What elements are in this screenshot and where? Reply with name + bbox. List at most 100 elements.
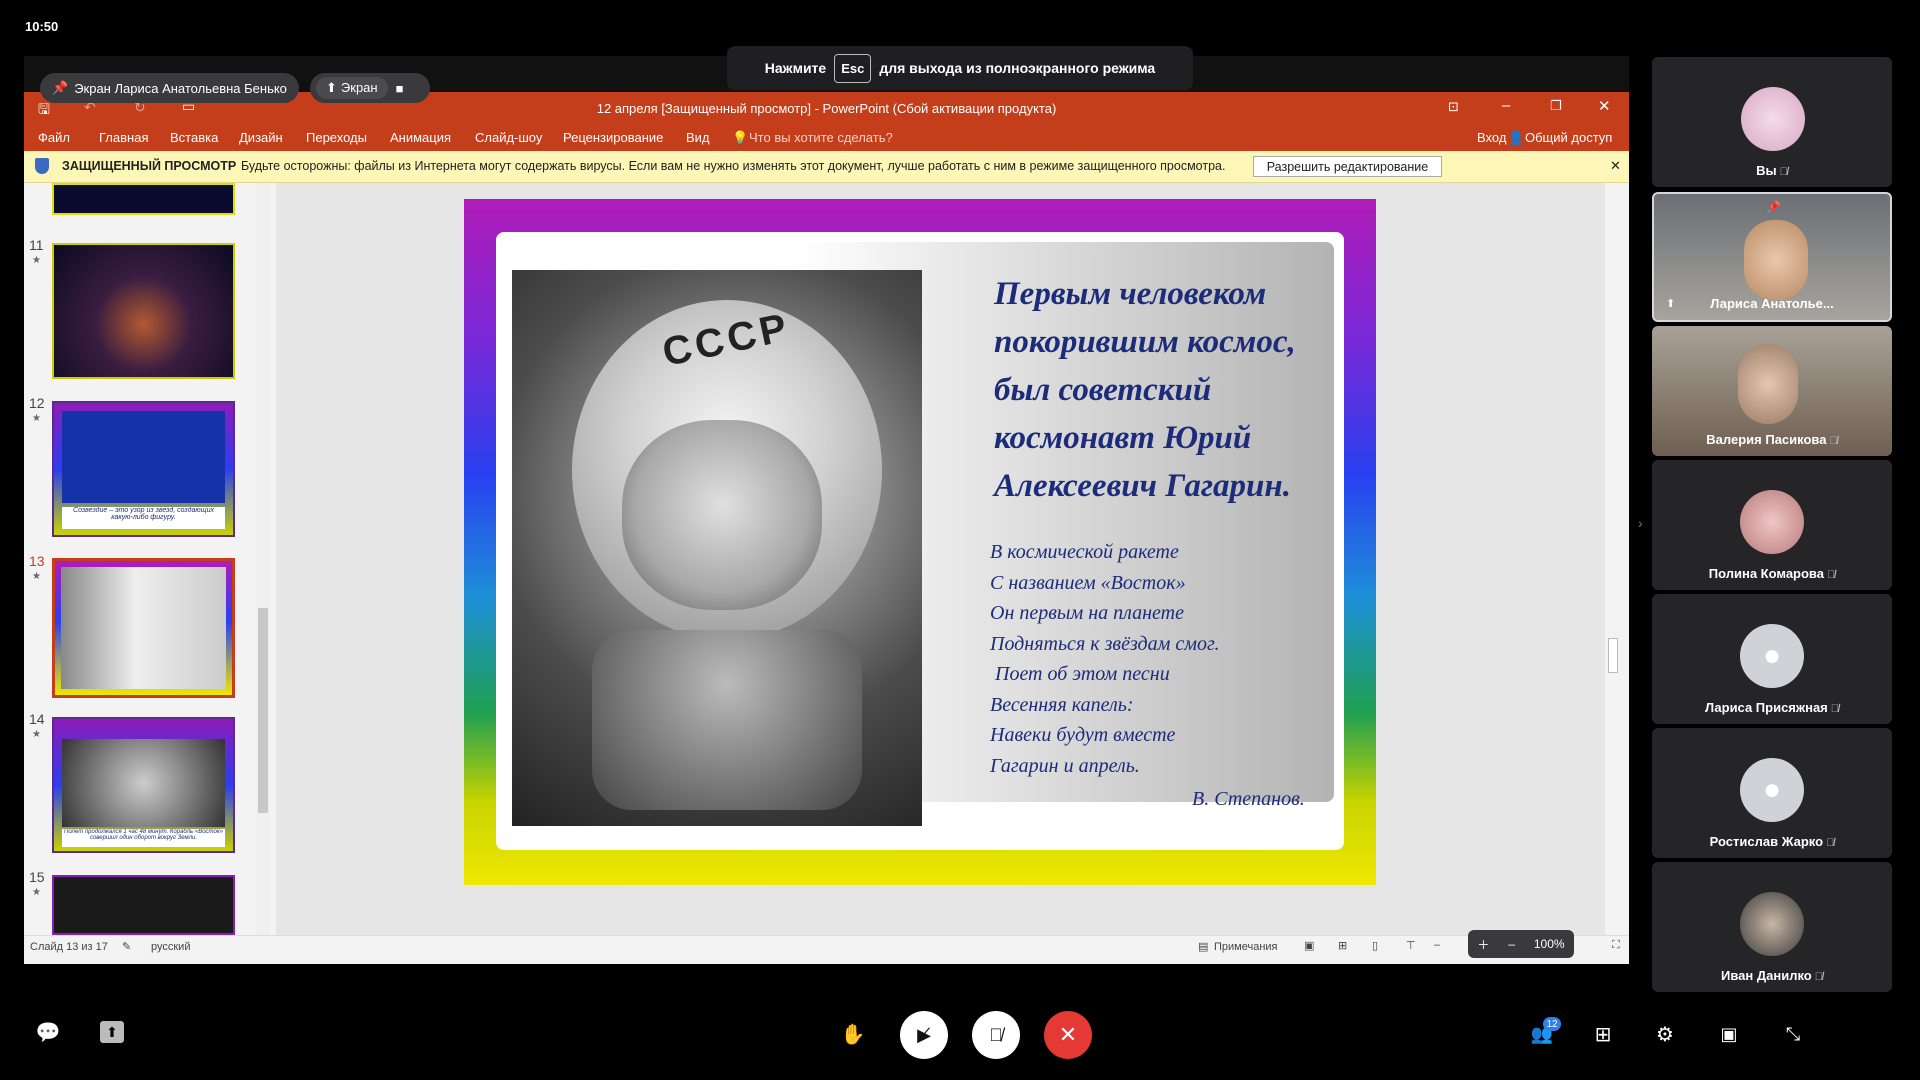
thumbnail-13-selected[interactable]	[52, 558, 235, 698]
screen-pill[interactable]: ⬆ Экран ■	[310, 73, 430, 103]
end-call-button[interactable]: ✕	[1044, 1011, 1092, 1059]
title-line: покорившим космос,	[994, 324, 1296, 360]
participant-tile[interactable]: ● Ростислав Жарко 🎙̸	[1652, 728, 1892, 858]
tell-me-input[interactable]: Что вы хотите сделать?	[749, 130, 893, 145]
tab-home[interactable]: Главная	[99, 130, 148, 145]
title-line: Алексеевич Гагарин.	[994, 468, 1291, 504]
slide-poem: В космической ракете С названием «Восток…	[990, 537, 1220, 781]
layout-icon[interactable]: ▣	[1716, 1022, 1742, 1046]
thumbnail-caption: Созвездие – это узор из звезд, создающих…	[62, 507, 225, 529]
pinned-screen-label: Экран Лариса Анатольевна Бенько	[74, 80, 287, 96]
tab-design[interactable]: Дизайн	[239, 130, 283, 145]
screen-tag-label: Экран	[340, 80, 378, 95]
thumbnail-15[interactable]	[52, 875, 235, 935]
participant-tile[interactable]: ● Лариса Присяжная 🎙̸	[1652, 594, 1892, 724]
tab-animation[interactable]: Анимация	[390, 130, 451, 145]
language[interactable]: русский	[151, 941, 190, 953]
thumbnail-pane: 11 ★ 12 ★ Созвездие – это узор из звезд,…	[24, 183, 274, 935]
share-screen-icon[interactable]: ⬆	[100, 1021, 124, 1043]
close-bar-icon[interactable]: ✕	[1610, 158, 1621, 174]
sorter-view-icon[interactable]: ⊞	[1338, 939, 1347, 952]
pin-icon[interactable]: 📌	[1766, 200, 1781, 214]
poem-line: Навеки будут вместе	[990, 724, 1176, 746]
tab-insert[interactable]: Вставка	[170, 130, 218, 145]
gagarin-photo: СССР	[512, 270, 922, 826]
thumbnail-caption: Полет продолжался 1 час 48 минут. Корабл…	[62, 829, 225, 847]
notes-icon[interactable]: ▤	[1198, 940, 1208, 953]
raise-hand-icon[interactable]: ✋	[838, 1022, 868, 1046]
zoom-in-icon[interactable]: ＋	[1477, 936, 1489, 953]
share-button[interactable]: Общий доступ	[1525, 130, 1612, 145]
thumbnail-number: 15	[29, 869, 45, 885]
save-icon[interactable]: 🖫	[38, 99, 50, 123]
zoom-out-small-icon[interactable]: –	[1508, 937, 1515, 951]
tab-view[interactable]: Вид	[686, 130, 710, 145]
ppt-title: 12 апреля [Защищенный просмотр] - PowerP…	[596, 100, 1057, 116]
participant-tile[interactable]: Иван Данилко 🎙̸	[1652, 862, 1892, 992]
avatar	[1741, 87, 1805, 151]
thumbnail-10[interactable]	[52, 183, 235, 215]
normal-view-icon[interactable]: ▣	[1304, 939, 1314, 952]
person-icon: 👤	[1508, 130, 1525, 145]
star-icon: ★	[32, 887, 41, 898]
slide-counter: Слайд 13 из 17	[30, 941, 108, 953]
enable-editing-button[interactable]: Разрешить редактирование	[1253, 156, 1442, 177]
camera-icon: ■	[395, 80, 404, 96]
participant-tile[interactable]: Полина Комарова 🎙̸	[1652, 460, 1892, 590]
settings-icon[interactable]: ⚙	[1652, 1022, 1678, 1046]
participant-name: Полина Комарова 🎙̸	[1708, 566, 1836, 581]
tab-file[interactable]: Файл	[38, 130, 70, 145]
fit-slide-icon[interactable]: ⛶	[1612, 939, 1620, 952]
avatar	[1740, 490, 1804, 554]
protected-view-bar: ЗАЩИЩЕННЫЙ ПРОСМОТР Будьте осторожны: фа…	[24, 151, 1629, 183]
pinned-screen-pill[interactable]: 📌 Экран Лариса Анатольевна Бенько	[40, 73, 299, 103]
participant-name: Валерия Пасикова 🎙̸	[1706, 432, 1838, 447]
participant-tile[interactable]: Валерия Пасикова 🎙̸	[1652, 326, 1892, 456]
tab-transitions[interactable]: Переходы	[306, 130, 367, 145]
grid-view-icon[interactable]: ⊞	[1590, 1022, 1616, 1046]
thumbnail-11[interactable]	[52, 243, 235, 379]
camera-off-button[interactable]: ▶̸	[900, 1011, 948, 1059]
clock: 10:50	[25, 19, 59, 34]
chat-icon[interactable]: 💬	[36, 1020, 61, 1044]
thumbnail-14[interactable]: Полет продолжался 1 час 48 минут. Корабл…	[52, 717, 235, 853]
title-line: космонавт Юрий	[994, 420, 1252, 456]
star-icon: ★	[32, 571, 41, 582]
thumbnail-number: 11	[29, 237, 44, 253]
slideshow-view-icon[interactable]: ⊤	[1406, 939, 1416, 952]
mic-off-button[interactable]: 🎙̸	[972, 1011, 1020, 1059]
collapse-panel-icon[interactable]: ›	[1638, 515, 1643, 531]
poem-line: С названием «Восток»	[990, 571, 1186, 594]
poem-line: Гагарин и апрель.	[990, 754, 1140, 777]
slide-scrollbar[interactable]	[1605, 183, 1621, 935]
close-icon[interactable]: ✕	[1598, 97, 1611, 115]
slide-13[interactable]: СССР Первым человеком покорившим космос,…	[464, 199, 1376, 885]
minimize-icon[interactable]: –	[1502, 97, 1510, 114]
participant-tile-pinned[interactable]: 📌 ⬆ Лариса Анатолье...	[1652, 192, 1892, 322]
participant-tile-you[interactable]: Вы 🎙̸	[1652, 57, 1892, 187]
zoom-out-icon[interactable]: –	[1434, 939, 1440, 951]
participant-name: Иван Данилко 🎙̸	[1721, 968, 1823, 983]
thumbnail-12[interactable]: Созвездие – это узор из звезд, создающих…	[52, 401, 235, 537]
user-avatar-icon: ●	[1740, 624, 1804, 688]
participant-name: Лариса Присяжная 🎙̸	[1704, 700, 1840, 715]
banner-after: для выхода из полноэкранного режима	[879, 60, 1156, 76]
tab-slideshow[interactable]: Слайд-шоу	[475, 130, 542, 145]
reading-view-icon[interactable]: ▯	[1372, 939, 1378, 952]
status-bar: Слайд 13 из 17 ✎ русский ▤ Примечания ▣ …	[24, 930, 1629, 959]
thumbnail-scrollbar[interactable]	[256, 183, 270, 935]
participant-name: Лариса Анатолье...	[1710, 296, 1834, 311]
avatar	[1740, 892, 1804, 956]
zoom-control[interactable]: ＋ – 100%	[1468, 930, 1574, 958]
protected-message: Будьте осторожны: файлы из Интернета мог…	[241, 159, 1226, 173]
esc-key: Esc	[834, 53, 872, 83]
ribbon-display-icon[interactable]: ⊡	[1448, 99, 1459, 115]
tab-review[interactable]: Рецензирование	[563, 130, 663, 145]
mic-off-icon: 🎙̸	[989, 1024, 1003, 1045]
restore-icon[interactable]: ❐	[1550, 98, 1562, 114]
notes-button[interactable]: Примечания	[1214, 941, 1278, 953]
spellcheck-icon[interactable]: ✎	[122, 940, 131, 953]
signin-link[interactable]: Вход	[1477, 130, 1506, 145]
screen-share-icon: ⬆	[326, 80, 337, 95]
exit-fullscreen-icon[interactable]: ⤡	[1780, 1022, 1806, 1046]
